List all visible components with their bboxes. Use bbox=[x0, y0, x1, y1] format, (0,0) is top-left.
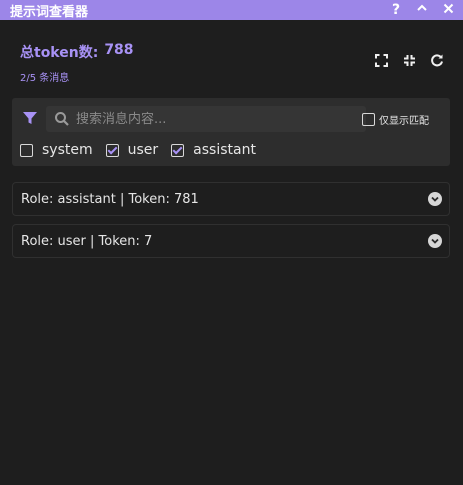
role-filter-system[interactable]: system bbox=[20, 142, 93, 158]
role-filter-user[interactable]: user bbox=[105, 142, 159, 158]
exact-match-checkbox[interactable] bbox=[362, 113, 375, 126]
exact-match-toggle[interactable]: 仅显示匹配 bbox=[362, 112, 429, 127]
search-input[interactable] bbox=[76, 106, 362, 132]
chevron-down-icon[interactable] bbox=[428, 192, 442, 206]
role-label-system: system bbox=[42, 142, 93, 158]
total-tokens: 总token数: 788 bbox=[20, 42, 134, 62]
token-summary: 总token数: 788 2/5 条消息 bbox=[20, 42, 134, 84]
role-label-user: user bbox=[127, 142, 159, 158]
help-button[interactable]: ? bbox=[389, 0, 403, 20]
header-actions bbox=[373, 52, 445, 68]
window-controls: ? bbox=[389, 0, 455, 20]
chevron-down-icon[interactable] bbox=[428, 234, 442, 248]
role-label-assistant: assistant bbox=[193, 142, 256, 158]
message-header: Role: assistant | Token: 781 bbox=[21, 191, 199, 207]
refresh-icon bbox=[431, 54, 443, 67]
close-icon bbox=[443, 3, 453, 14]
window-title: 提示词查看器 bbox=[10, 4, 89, 20]
search-box bbox=[46, 106, 366, 132]
collapse-all-button[interactable] bbox=[401, 52, 417, 68]
filter-panel: 仅显示匹配 system user assistant bbox=[12, 98, 450, 166]
title-bar: 提示词查看器 ? bbox=[0, 0, 463, 20]
close-button[interactable] bbox=[441, 0, 455, 20]
role-checkbox-assistant[interactable] bbox=[171, 143, 185, 157]
message-item-user[interactable]: Role: user | Token: 7 bbox=[12, 224, 450, 258]
message-item-assistant[interactable]: Role: assistant | Token: 781 bbox=[12, 182, 450, 216]
total-tokens-value: 788 bbox=[104, 42, 134, 58]
expand-icon bbox=[374, 53, 388, 67]
expand-all-button[interactable] bbox=[373, 52, 389, 68]
filter-icon[interactable] bbox=[22, 110, 38, 126]
message-count: 2/5 条消息 bbox=[20, 73, 70, 84]
chevron-up-icon bbox=[417, 4, 427, 11]
role-filters: system user assistant bbox=[20, 142, 269, 158]
role-checkbox-user[interactable] bbox=[105, 143, 119, 157]
refresh-button[interactable] bbox=[429, 52, 445, 68]
role-filter-assistant[interactable]: assistant bbox=[171, 142, 256, 158]
role-checkbox-system[interactable] bbox=[20, 143, 33, 157]
total-tokens-label: 总token数: bbox=[20, 45, 99, 61]
collapse-button[interactable] bbox=[415, 0, 429, 20]
message-header: Role: user | Token: 7 bbox=[21, 233, 153, 249]
search-icon bbox=[54, 111, 70, 127]
exact-match-label: 仅显示匹配 bbox=[379, 116, 429, 127]
compress-icon bbox=[403, 54, 415, 66]
